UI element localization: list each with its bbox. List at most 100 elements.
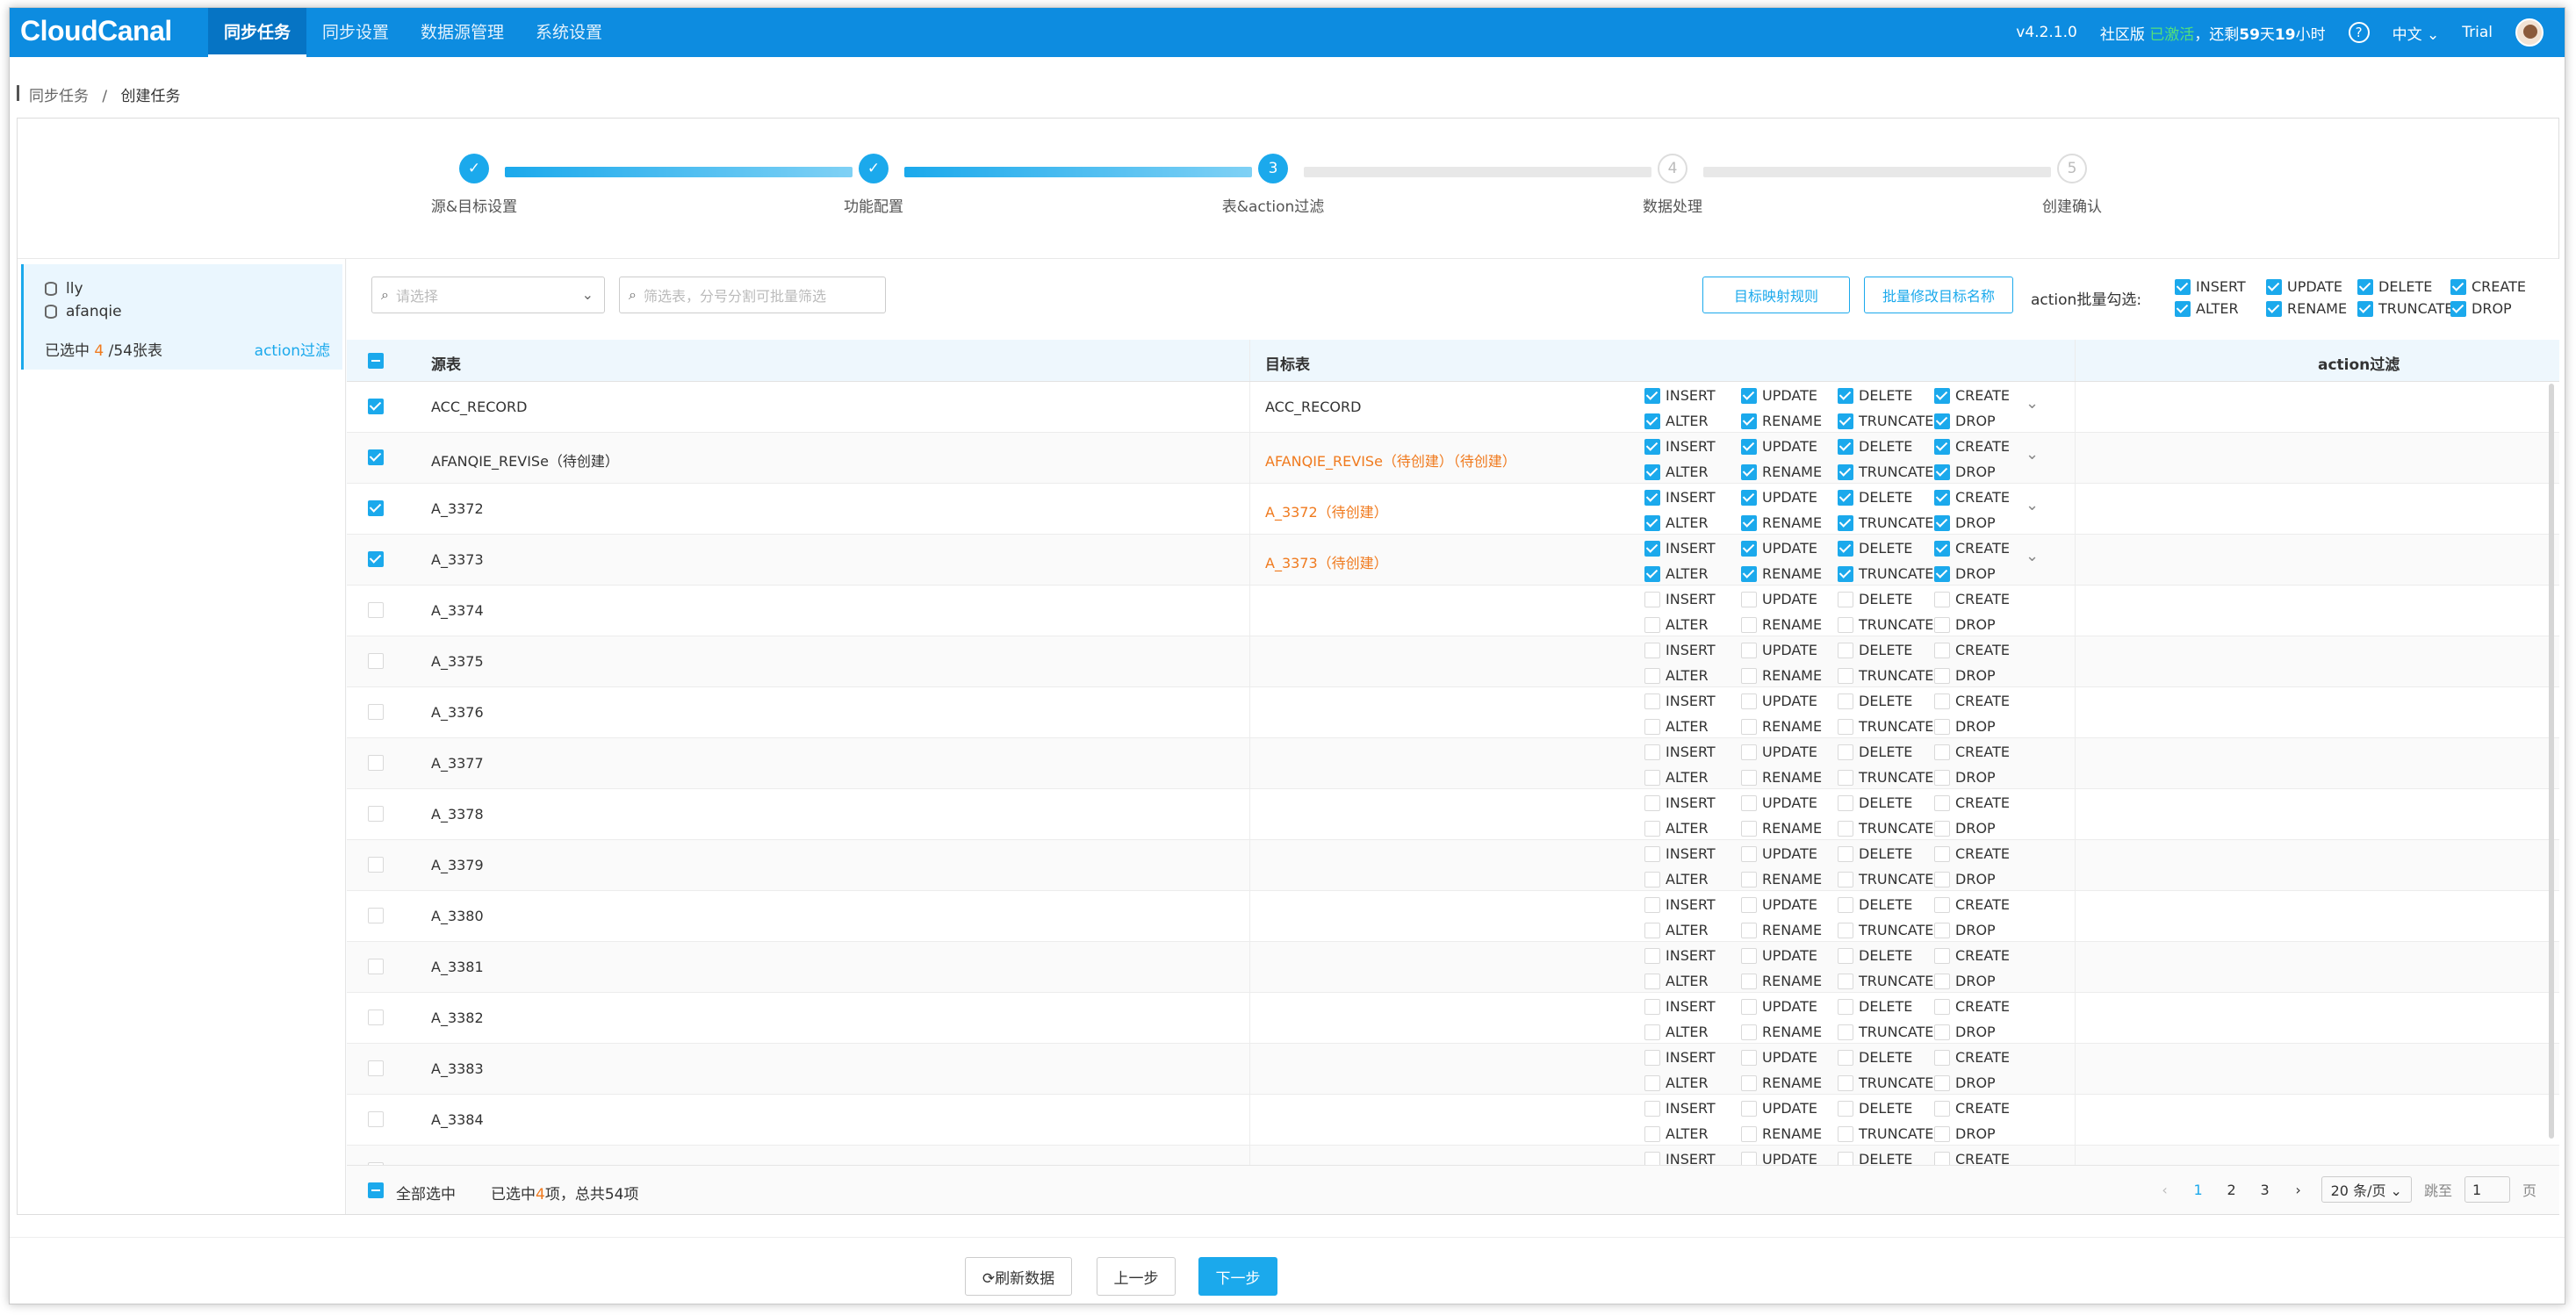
action-drop-option[interactable]: DROP [1934, 871, 2013, 887]
action-checkbox[interactable] [2175, 278, 2191, 295]
action-drop-option[interactable]: DROP [1934, 1125, 2013, 1142]
nav-datasource[interactable]: 数据源管理 [405, 8, 520, 57]
action-checkbox[interactable] [1644, 413, 1660, 429]
action-checkbox[interactable] [1934, 820, 1950, 837]
action-checkbox[interactable] [1838, 896, 1853, 913]
table-row[interactable]: INSERTUPDATEDELETECREATEALTERRENAMETRUNC… [347, 1146, 2559, 1165]
action-checkbox[interactable] [1934, 565, 1950, 582]
action-alter-option[interactable]: ALTER [1644, 413, 1741, 429]
action-create-option[interactable]: CREATE [1934, 845, 2013, 862]
action-rename-option[interactable]: RENAME [1741, 820, 1838, 837]
target-table-name[interactable]: AFANQIE_REVISe（待创建）（待创建） [1265, 449, 1516, 471]
action-checkbox[interactable] [1934, 514, 1950, 531]
action-checkbox[interactable] [1644, 667, 1660, 684]
action-update-option[interactable]: UPDATE [1741, 1151, 1838, 1165]
action-checkbox[interactable] [1644, 1125, 1660, 1142]
action-checkbox[interactable] [1741, 973, 1757, 989]
action-update-option[interactable]: UPDATE [1741, 845, 1838, 862]
action-rename-option[interactable]: RENAME [1741, 922, 1838, 938]
avatar[interactable] [2515, 18, 2544, 47]
action-insert-option[interactable]: INSERT [1644, 642, 1741, 658]
action-checkbox[interactable] [1838, 1024, 1853, 1040]
action-truncate-option[interactable]: TRUNCATE [1838, 973, 1934, 989]
action-drop-option[interactable]: DROP [1934, 463, 2013, 480]
action-insert-option[interactable]: INSERT [1644, 896, 1741, 913]
table-row[interactable]: A_3380 INSERT UPDATE DELETE CREATE ALTER RENAM… [347, 891, 2559, 942]
target-table-name[interactable]: A_3373（待创建） [1265, 551, 1388, 572]
target-mapping-button[interactable]: 目标映射规则 [1702, 277, 1850, 313]
action-checkbox[interactable] [1644, 973, 1660, 989]
action-alter-option[interactable]: ALTER [1644, 565, 1741, 582]
action-checkbox[interactable] [1838, 540, 1853, 557]
action-delete-option[interactable]: DELETE [2357, 278, 2450, 295]
table-filter-input[interactable]: ⌕ 筛选表，分号分割可批量筛选 [619, 277, 886, 313]
action-checkbox[interactable] [1644, 998, 1660, 1015]
action-rename-option[interactable]: RENAME [1741, 973, 1838, 989]
schema-select[interactable]: ⌕ 请选择 ⌄ [371, 277, 605, 313]
action-drop-option[interactable]: DROP [1934, 413, 2013, 429]
action-update-option[interactable]: UPDATE [1741, 387, 1838, 404]
action-update-option[interactable]: UPDATE [1741, 794, 1838, 811]
table-row[interactable]: A_3382 INSERT UPDATE DELETE CREATE ALTER RENAM… [347, 993, 2559, 1044]
action-checkbox[interactable] [1838, 871, 1853, 887]
action-truncate-option[interactable]: TRUNCATE [1838, 667, 1934, 684]
page-1[interactable]: 1 [2188, 1182, 2209, 1198]
action-update-option[interactable]: UPDATE [1741, 591, 1838, 607]
action-create-option[interactable]: CREATE [1934, 642, 2013, 658]
action-checkbox[interactable] [1741, 1100, 1757, 1117]
action-rename-option[interactable]: RENAME [1741, 1074, 1838, 1091]
action-checkbox[interactable] [1644, 947, 1660, 964]
action-checkbox[interactable] [1644, 1151, 1660, 1165]
action-alter-option[interactable]: ALTER [1644, 922, 1741, 938]
action-checkbox[interactable] [1644, 820, 1660, 837]
row-checkbox[interactable] [368, 1111, 384, 1127]
action-checkbox[interactable] [1934, 489, 1950, 506]
action-checkbox[interactable] [1741, 642, 1757, 658]
action-truncate-option[interactable]: TRUNCATE [1838, 1125, 1934, 1142]
chevron-down-icon[interactable]: ⌄ [2026, 445, 2039, 463]
table-row[interactable]: A_3379 INSERT UPDATE DELETE CREATE ALTER RENAM… [347, 840, 2559, 891]
action-checkbox[interactable] [1838, 820, 1853, 837]
action-checkbox[interactable] [2175, 300, 2191, 317]
action-checkbox[interactable] [1838, 947, 1853, 964]
action-checkbox[interactable] [1741, 1125, 1757, 1142]
action-checkbox[interactable] [1741, 565, 1757, 582]
action-checkbox[interactable] [1838, 973, 1853, 989]
action-create-option[interactable]: CREATE [1934, 489, 2013, 506]
action-rename-option[interactable]: RENAME [1741, 514, 1838, 531]
action-checkbox[interactable] [1934, 1074, 1950, 1091]
action-create-option[interactable]: CREATE [1934, 438, 2013, 455]
action-checkbox[interactable] [1934, 387, 1950, 404]
action-checkbox[interactable] [1741, 413, 1757, 429]
table-row[interactable]: A_3384 INSERT UPDATE DELETE CREATE ALTER RENAM… [347, 1095, 2559, 1146]
action-insert-option[interactable]: INSERT [1644, 693, 1741, 709]
action-checkbox[interactable] [1838, 514, 1853, 531]
action-rename-option[interactable]: RENAME [1741, 871, 1838, 887]
action-update-option[interactable]: UPDATE [1741, 947, 1838, 964]
action-checkbox[interactable] [1741, 540, 1757, 557]
page-size-select[interactable]: 20 条/页 ⌄ [2321, 1176, 2412, 1203]
action-checkbox[interactable] [1644, 744, 1660, 760]
action-checkbox[interactable] [1934, 896, 1950, 913]
action-create-option[interactable]: CREATE [2450, 278, 2529, 295]
action-checkbox[interactable] [1644, 718, 1660, 735]
action-checkbox[interactable] [1838, 1151, 1853, 1165]
nav-sync-tasks[interactable]: 同步任务 [208, 8, 307, 57]
table-row[interactable]: A_3376 INSERT UPDATE DELETE CREATE ALTER RENAM… [347, 687, 2559, 738]
action-delete-option[interactable]: DELETE [1838, 387, 1934, 404]
action-update-option[interactable]: UPDATE [1741, 1100, 1838, 1117]
action-checkbox[interactable] [1644, 769, 1660, 786]
page-3[interactable]: 3 [2255, 1182, 2276, 1198]
action-insert-option[interactable]: INSERT [1644, 387, 1741, 404]
row-checkbox[interactable] [368, 755, 384, 771]
action-delete-option[interactable]: DELETE [1838, 998, 1934, 1015]
nav-sync-settings[interactable]: 同步设置 [306, 8, 405, 57]
action-checkbox[interactable] [1644, 1074, 1660, 1091]
action-checkbox[interactable] [1741, 438, 1757, 455]
table-row[interactable]: A_3374 INSERT UPDATE DELETE CREATE ALTER RENAM… [347, 586, 2559, 636]
action-checkbox[interactable] [1934, 1151, 1950, 1165]
table-scrollbar[interactable] [2549, 384, 2554, 1139]
action-checkbox[interactable] [1644, 1049, 1660, 1066]
action-alter-option[interactable]: ALTER [1644, 667, 1741, 684]
row-checkbox[interactable] [368, 1060, 384, 1076]
